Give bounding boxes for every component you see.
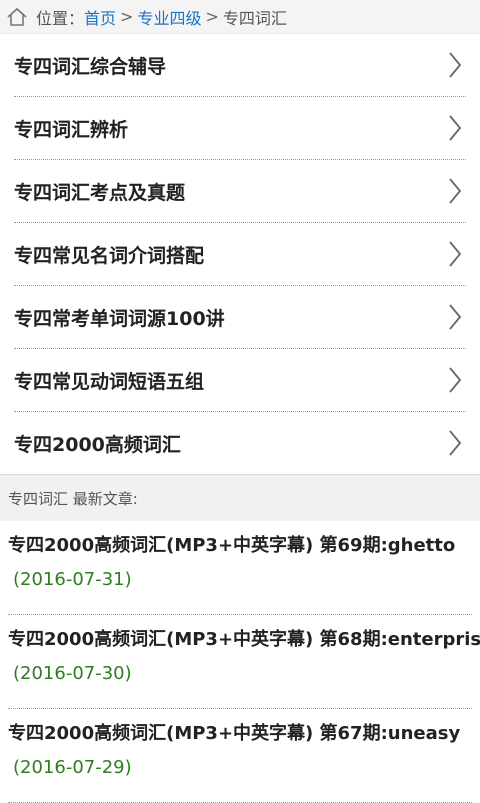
menu-item-label: 专四词汇辨析: [14, 118, 129, 141]
chevron-right-icon: [449, 430, 462, 456]
latest-articles-header: 专四词汇 最新文章:: [0, 474, 480, 521]
menu-item-exam-points[interactable]: 专四词汇考点及真题: [14, 160, 466, 223]
menu-item-label: 专四2000高频词汇: [14, 433, 181, 456]
menu-item-label: 专四词汇综合辅导: [14, 55, 167, 78]
article-item[interactable]: 专四2000高频词汇(MP3+中英字幕) 第69期:ghetto (2016-0…: [8, 521, 472, 615]
article-title: 专四2000高频词汇(MP3+中英字幕) 第69期:ghetto: [8, 535, 456, 556]
breadcrumb: 位置： 首页 > 专业四级 > 专四词汇: [0, 0, 480, 34]
menu-item-label: 专四词汇考点及真题: [14, 181, 186, 204]
menu-item-phrasal-verbs[interactable]: 专四常见动词短语五组: [14, 349, 466, 412]
breadcrumb-separator: >: [205, 7, 219, 26]
menu-item-distinction[interactable]: 专四词汇辨析: [14, 97, 466, 160]
breadcrumb-home-link[interactable]: 首页: [84, 5, 116, 29]
menu-item-label: 专四常见名词介词搭配: [14, 244, 205, 267]
article-date: (2016-07-30): [13, 663, 132, 684]
menu-item-etymology[interactable]: 专四常考单词词源100讲: [14, 286, 466, 349]
chevron-right-icon: [449, 52, 462, 78]
chevron-right-icon: [449, 241, 462, 267]
menu-item-noun-prep[interactable]: 专四常见名词介词搭配: [14, 223, 466, 286]
article-date: (2016-07-31): [13, 569, 132, 590]
article-date: (2016-07-29): [13, 757, 132, 778]
chevron-right-icon: [449, 367, 462, 393]
home-icon[interactable]: [6, 6, 28, 28]
breadcrumb-level2-link[interactable]: 专业四级: [137, 5, 201, 29]
menu-item-comprehensive[interactable]: 专四词汇综合辅导: [14, 34, 466, 97]
breadcrumb-separator: >: [120, 7, 134, 26]
chevron-right-icon: [449, 178, 462, 204]
menu-item-label: 专四常考单词词源100讲: [14, 307, 225, 330]
article-item[interactable]: 专四2000高频词汇(MP3+中英字幕) 第67期:uneasy (2016-0…: [8, 709, 472, 803]
chevron-right-icon: [449, 115, 462, 141]
article-title: 专四2000高频词汇(MP3+中英字幕) 第68期:enterprise: [8, 629, 480, 650]
chevron-right-icon: [449, 304, 462, 330]
breadcrumb-prefix: 位置：: [36, 8, 85, 28]
menu-item-label: 专四常见动词短语五组: [14, 370, 205, 393]
breadcrumb-current: 专四词汇: [222, 8, 287, 28]
menu-item-high-frequency[interactable]: 专四2000高频词汇: [14, 412, 466, 474]
article-item[interactable]: 专四2000高频词汇(MP3+中英字幕) 第68期:enterprise (20…: [8, 615, 480, 709]
latest-articles-list: 专四2000高频词汇(MP3+中英字幕) 第69期:ghetto (2016-0…: [0, 521, 480, 803]
article-title: 专四2000高频词汇(MP3+中英字幕) 第67期:uneasy: [8, 723, 461, 744]
category-menu: 专四词汇综合辅导 专四词汇辨析 专四词汇考点及真题 专四常见名词介词搭配 专四常…: [0, 34, 480, 474]
